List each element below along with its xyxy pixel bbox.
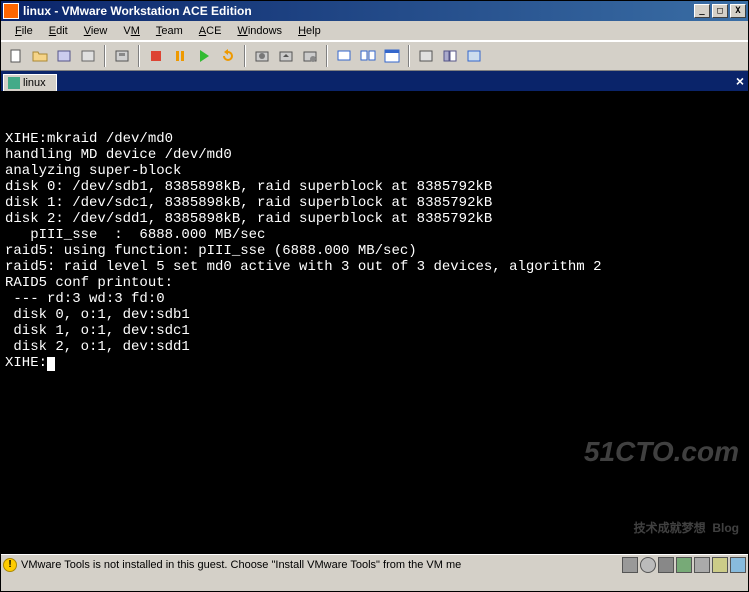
status-text: VMware Tools is not installed in this gu… xyxy=(21,559,622,571)
watermark-sub: 技术成就梦想 Blog xyxy=(584,522,739,534)
tab-close-button[interactable]: × xyxy=(736,73,744,89)
separator xyxy=(104,45,106,67)
tabbar: linux × xyxy=(1,71,748,91)
close-button[interactable]: X xyxy=(730,4,746,18)
ace-button[interactable] xyxy=(77,45,99,67)
separator xyxy=(138,45,140,67)
separator xyxy=(408,45,410,67)
separator xyxy=(244,45,246,67)
pause-button[interactable] xyxy=(169,45,191,67)
menu-windows[interactable]: Windows xyxy=(229,23,290,39)
window-title: linux - VMware Workstation ACE Edition xyxy=(23,4,692,18)
fullscreen-button[interactable] xyxy=(381,45,403,67)
tab-label: linux xyxy=(23,77,46,89)
new-button[interactable] xyxy=(5,45,27,67)
maximize-button[interactable]: □ xyxy=(712,4,728,18)
menu-ace[interactable]: ACE xyxy=(191,23,230,39)
tray-sound-icon[interactable] xyxy=(712,557,728,573)
minimize-button[interactable]: _ xyxy=(694,4,710,18)
cursor xyxy=(47,357,55,371)
menu-view[interactable]: View xyxy=(76,23,116,39)
menu-team[interactable]: Team xyxy=(148,23,191,39)
statusbar: ! VMware Tools is not installed in this … xyxy=(1,554,748,574)
tray-floppy-icon[interactable] xyxy=(658,557,674,573)
warning-icon: ! xyxy=(3,558,17,572)
tray xyxy=(622,557,746,573)
menubar: File Edit View VM Team ACE Windows Help xyxy=(1,21,748,41)
summary-button[interactable] xyxy=(463,45,485,67)
stop-button[interactable] xyxy=(145,45,167,67)
terminal-prompt: XIHE: xyxy=(5,355,47,371)
terminal[interactable]: XIHE:mkraid /dev/md0 handling MD device … xyxy=(1,91,748,554)
quick-switch-button[interactable] xyxy=(357,45,379,67)
sidebar-button[interactable] xyxy=(439,45,461,67)
tray-hdd-icon[interactable] xyxy=(622,557,638,573)
reset-button[interactable] xyxy=(217,45,239,67)
snapshot-button[interactable] xyxy=(251,45,273,67)
titlebar: linux - VMware Workstation ACE Edition _… xyxy=(1,1,748,21)
watermark-main: 51CTO.com xyxy=(584,438,739,466)
disk-button[interactable] xyxy=(111,45,133,67)
watermark: 51CTO.com 技术成就梦想 Blog xyxy=(584,382,739,554)
tab-linux[interactable]: linux xyxy=(3,74,57,91)
menu-vm[interactable]: VM xyxy=(115,23,148,39)
manage-snapshot-button[interactable] xyxy=(299,45,321,67)
menu-help[interactable]: Help xyxy=(290,23,329,39)
revert-button[interactable] xyxy=(275,45,297,67)
menu-file[interactable]: File xyxy=(7,23,41,39)
show-console-button[interactable] xyxy=(333,45,355,67)
play-button[interactable] xyxy=(193,45,215,67)
app-icon xyxy=(3,3,19,19)
tray-message-icon[interactable] xyxy=(730,557,746,573)
vm-icon xyxy=(8,77,20,89)
menu-edit[interactable]: Edit xyxy=(41,23,76,39)
unity-button[interactable] xyxy=(415,45,437,67)
window-controls: _ □ X xyxy=(692,4,746,18)
new-team-button[interactable] xyxy=(53,45,75,67)
tray-cd-icon[interactable] xyxy=(640,557,656,573)
terminal-output: XIHE:mkraid /dev/md0 handling MD device … xyxy=(5,131,602,355)
open-button[interactable] xyxy=(29,45,51,67)
separator xyxy=(326,45,328,67)
tray-network-icon[interactable] xyxy=(676,557,692,573)
tray-usb-icon[interactable] xyxy=(694,557,710,573)
toolbar xyxy=(1,41,748,71)
